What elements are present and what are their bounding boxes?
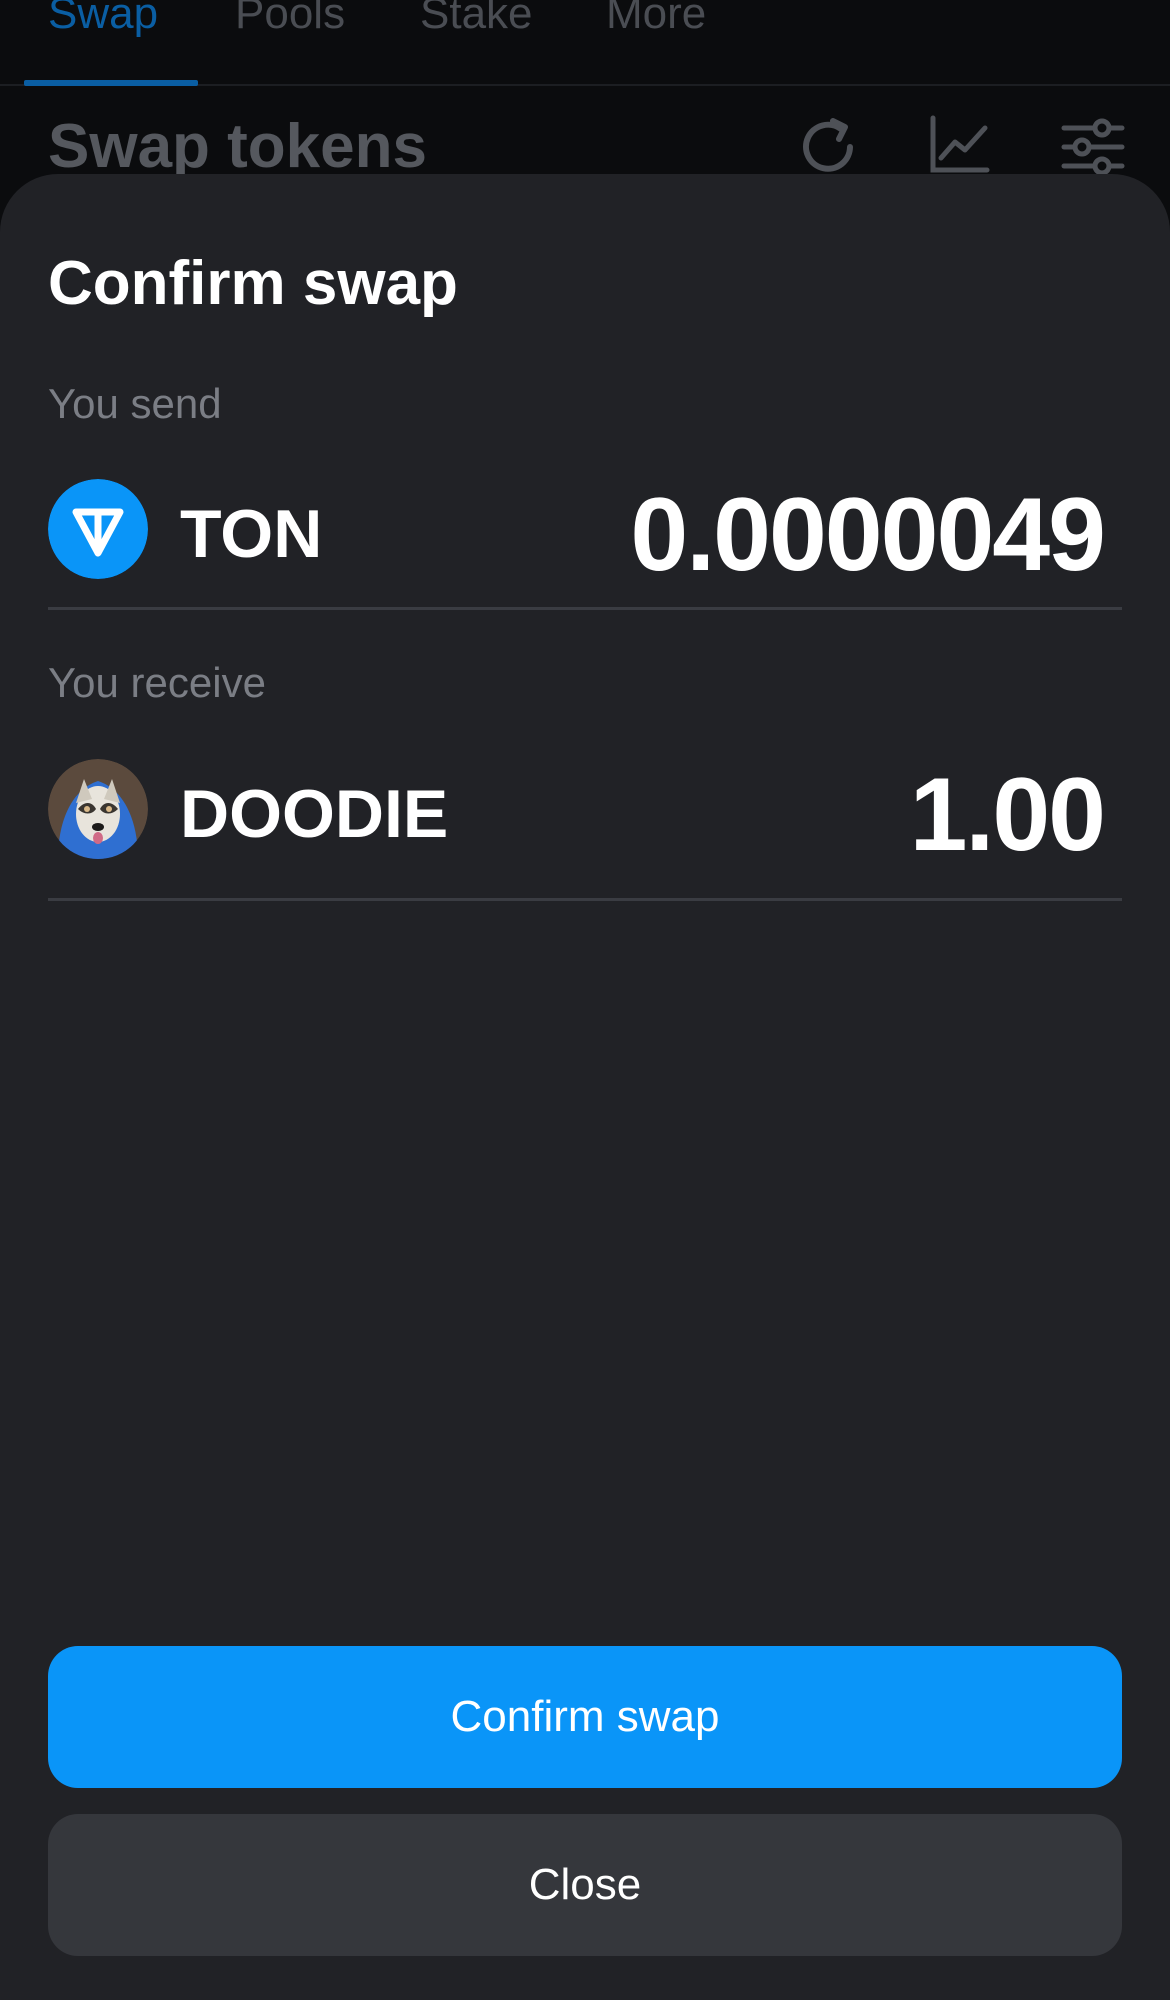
receive-token-symbol: DOODIE [180, 776, 449, 852]
receive-label: You receive [48, 659, 266, 706]
app-root: Swap Pools Stake More Swap tokens Confir… [0, 0, 1170, 2000]
divider [48, 898, 1122, 901]
chart-icon[interactable] [925, 112, 995, 182]
send-amount: 0.0000049 [630, 477, 1106, 593]
close-button[interactable]: Close [48, 1814, 1122, 1956]
active-tab-indicator [24, 80, 198, 86]
refresh-icon[interactable] [793, 112, 863, 182]
tab-more[interactable]: More [606, 0, 706, 42]
tab-swap[interactable]: Swap [48, 0, 158, 42]
page-title: Swap tokens [48, 112, 427, 181]
top-tab-bar: Swap Pools Stake More [0, 0, 1170, 86]
receive-amount: 1.00 [909, 757, 1106, 873]
divider [48, 607, 1122, 610]
receive-token-row: DOODIE 1.00 [48, 754, 1122, 870]
ton-logo-icon [48, 479, 148, 579]
sheet-title: Confirm swap [48, 249, 458, 318]
send-token-symbol: TON [180, 496, 323, 572]
confirm-swap-sheet: Confirm swap You send TON 0.0000049 You … [0, 174, 1170, 2000]
send-token-row: TON 0.0000049 [48, 474, 1122, 590]
confirm-swap-button[interactable]: Confirm swap [48, 1646, 1122, 1788]
send-label: You send [48, 380, 222, 427]
tab-stake[interactable]: Stake [420, 0, 533, 42]
settings-sliders-icon[interactable] [1058, 112, 1128, 182]
doodie-logo-icon [48, 759, 148, 859]
tab-pools[interactable]: Pools [235, 0, 345, 42]
